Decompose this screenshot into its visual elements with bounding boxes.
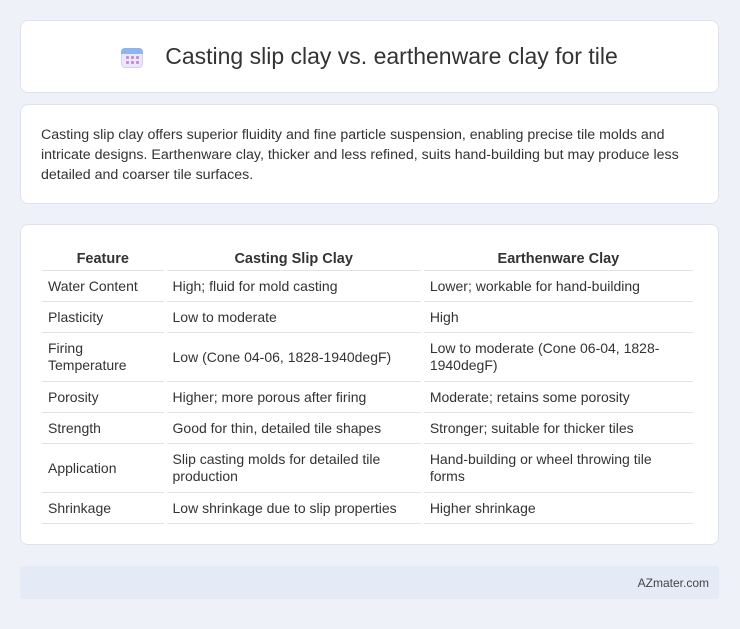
slip-clay-cell: Low shrinkage due to slip properties	[166, 493, 421, 524]
table-row: Strength Good for thin, detailed tile sh…	[42, 413, 693, 444]
column-header: Feature	[42, 245, 164, 271]
slip-clay-cell: Slip casting molds for detailed tile pro…	[166, 444, 421, 493]
column-header: Casting Slip Clay	[166, 245, 421, 271]
slip-clay-cell: Low to moderate	[166, 302, 421, 333]
title-card: Casting slip clay vs. earthenware clay f…	[20, 20, 719, 93]
earthenware-cell: Higher shrinkage	[423, 493, 693, 524]
footer: AZmater.com	[20, 566, 719, 599]
column-header: Earthenware Clay	[423, 245, 693, 271]
earthenware-cell: High	[423, 302, 693, 333]
calendar-icon	[121, 46, 144, 68]
table-row: Porosity Higher; more porous after firin…	[42, 382, 693, 413]
page-title: Casting slip clay vs. earthenware clay f…	[165, 43, 618, 69]
table-row: Shrinkage Low shrinkage due to slip prop…	[42, 493, 693, 524]
comparison-table: Feature Casting Slip Clay Earthenware Cl…	[39, 245, 696, 524]
table-header-row: Feature Casting Slip Clay Earthenware Cl…	[42, 245, 693, 271]
feature-cell: Application	[42, 444, 164, 493]
slip-clay-cell: High; fluid for mold casting	[166, 271, 421, 302]
feature-cell: Plasticity	[42, 302, 164, 333]
table-row: Application Slip casting molds for detai…	[42, 444, 693, 493]
earthenware-cell: Hand-building or wheel throwing tile for…	[423, 444, 693, 493]
summary-text: Casting slip clay offers superior fluidi…	[41, 127, 679, 183]
slip-clay-cell: Low (Cone 04-06, 1828-1940degF)	[166, 333, 421, 382]
comparison-table-card: Feature Casting Slip Clay Earthenware Cl…	[20, 224, 719, 545]
feature-cell: Strength	[42, 413, 164, 444]
table-row: Water Content High; fluid for mold casti…	[42, 271, 693, 302]
summary-card: Casting slip clay offers superior fluidi…	[20, 104, 719, 204]
earthenware-cell: Low to moderate (Cone 06-04, 1828-1940de…	[423, 333, 693, 382]
earthenware-cell: Lower; workable for hand-building	[423, 271, 693, 302]
feature-cell: Firing Temperature	[42, 333, 164, 382]
feature-cell: Shrinkage	[42, 493, 164, 524]
earthenware-cell: Moderate; retains some porosity	[423, 382, 693, 413]
footer-brand: AZmater.com	[637, 575, 709, 590]
table-row: Plasticity Low to moderate High	[42, 302, 693, 333]
feature-cell: Porosity	[42, 382, 164, 413]
slip-clay-cell: Higher; more porous after firing	[166, 382, 421, 413]
table-row: Firing Temperature Low (Cone 04-06, 1828…	[42, 333, 693, 382]
feature-cell: Water Content	[42, 271, 164, 302]
earthenware-cell: Stronger; suitable for thicker tiles	[423, 413, 693, 444]
slip-clay-cell: Good for thin, detailed tile shapes	[166, 413, 421, 444]
